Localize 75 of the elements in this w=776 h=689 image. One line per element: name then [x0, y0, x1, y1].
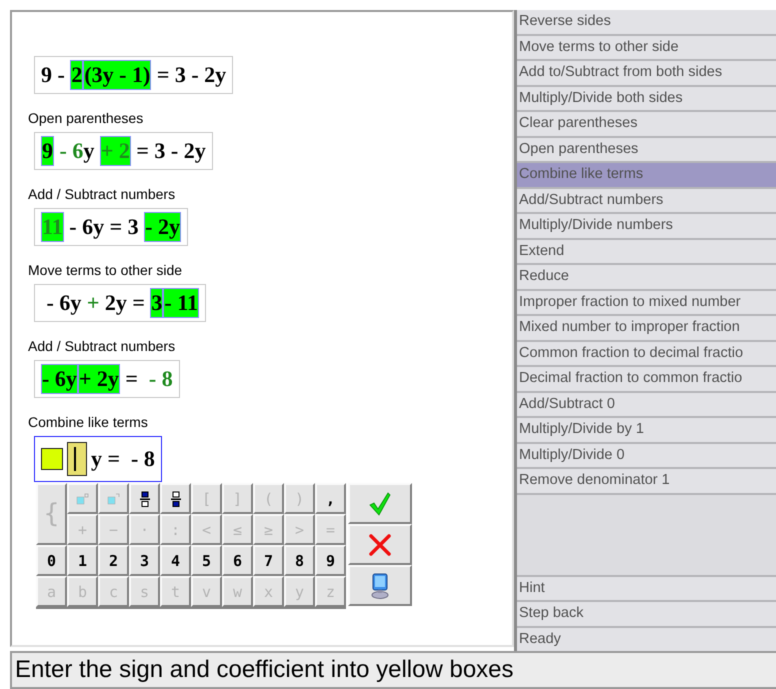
- equation-term: - 6: [58, 137, 84, 165]
- key-button[interactable]: 0: [36, 545, 67, 576]
- highlighted-term: - 11: [163, 288, 200, 318]
- rule-item[interactable]: Multiply/Divide numbers: [517, 214, 776, 240]
- key-button[interactable]: 7: [253, 545, 284, 576]
- input-box[interactable]: [67, 442, 87, 476]
- command-item[interactable]: Ready: [517, 626, 776, 652]
- computer-button[interactable]: [348, 565, 412, 606]
- equation-term: - 6y = 3: [68, 213, 140, 241]
- key-button[interactable]: ,: [315, 483, 346, 514]
- command-item[interactable]: Hint: [517, 574, 776, 600]
- step-label: Add / Subtract numbers: [28, 338, 176, 354]
- close-icon: [369, 534, 391, 556]
- key-button[interactable]: [129, 483, 160, 514]
- cancel-button[interactable]: [348, 524, 412, 565]
- key-button[interactable]: 1: [67, 545, 98, 576]
- equation-term: =: [124, 365, 139, 393]
- rule-item[interactable]: Add to/Subtract from both sides: [517, 61, 776, 86]
- rule-item[interactable]: Open parentheses: [517, 138, 776, 163]
- key-button[interactable]: 9: [315, 545, 346, 576]
- input-box[interactable]: [41, 448, 63, 470]
- highlighted-term: 3: [150, 288, 164, 318]
- highlighted-term: 9: [41, 136, 54, 166]
- fraction-icon: [140, 490, 150, 506]
- rule-item[interactable]: Move terms to other side: [517, 36, 776, 61]
- rule-item[interactable]: Multiply/Divide both sides: [517, 86, 776, 112]
- key-button[interactable]: 3: [129, 545, 160, 576]
- rule-item[interactable]: Extend: [517, 240, 776, 265]
- equation-term: +: [86, 289, 100, 317]
- key-button[interactable]: 8: [284, 545, 315, 576]
- highlighted-term: - 6y: [41, 364, 78, 394]
- highlighted-term: - 2y: [144, 212, 181, 242]
- rule-item[interactable]: Reduce: [517, 265, 776, 290]
- fraction-icon: [170, 490, 180, 506]
- step-label: Add / Subtract numbers: [28, 186, 176, 202]
- equation-term: - 8: [148, 365, 173, 393]
- highlighted-term: (3y - 1): [83, 60, 152, 90]
- equation-term: 2y =: [104, 289, 146, 317]
- rule-item[interactable]: Multiply/Divide 0: [517, 444, 776, 469]
- equation-term: - 6y: [46, 289, 82, 317]
- subscript-icon: [106, 492, 120, 504]
- checkmark-icon: [369, 492, 391, 516]
- equation-term: = 3 - 2y: [156, 61, 226, 89]
- rule-item[interactable]: Improper fraction to mixed number: [517, 290, 776, 316]
- key-button[interactable]: [160, 483, 191, 514]
- equation-input[interactable]: y = - 8: [34, 436, 162, 482]
- key-button[interactable]: 4: [160, 545, 191, 576]
- highlighted-term: + 2: [100, 136, 131, 166]
- highlighted-term: 11: [41, 212, 64, 242]
- step-label: Move terms to other side: [28, 262, 182, 278]
- key-button[interactable]: 6: [222, 545, 253, 576]
- rule-item[interactable]: Remove denominator 1: [517, 469, 776, 494]
- rule-item[interactable]: Decimal fraction to common fractio: [517, 367, 776, 392]
- highlighted-term: + 2y: [78, 364, 120, 394]
- rule-item[interactable]: Mixed number to improper fraction: [517, 316, 776, 342]
- confirm-button[interactable]: [348, 483, 412, 524]
- status-bar: Enter the sign and coefficient into yellow boxes: [10, 651, 776, 689]
- command-item[interactable]: Step back: [517, 600, 776, 626]
- key-button[interactable]: 2: [98, 545, 129, 576]
- key-button[interactable]: 5: [191, 545, 222, 576]
- rule-item[interactable]: Reverse sides: [517, 10, 776, 36]
- equation-term: y: [83, 137, 96, 165]
- rule-item[interactable]: Multiply/Divide by 1: [517, 418, 776, 444]
- highlighted-term: 2: [70, 60, 84, 90]
- step-label: Open parentheses: [28, 110, 144, 126]
- superscript-icon: [76, 492, 90, 504]
- rule-item[interactable]: Common fraction to decimal fractio: [517, 342, 776, 367]
- computer-icon: [370, 572, 390, 598]
- rule-item[interactable]: Add/Subtract 0: [517, 392, 776, 418]
- step-label: Combine like terms: [28, 414, 148, 430]
- rule-item[interactable]: Add/Subtract numbers: [517, 188, 776, 214]
- equation-term: y = - 8: [91, 445, 155, 473]
- rule-item[interactable]: Clear parentheses: [517, 112, 776, 138]
- equation-term: 9 -: [41, 61, 66, 89]
- equation-term: = 3 - 2y: [135, 137, 206, 165]
